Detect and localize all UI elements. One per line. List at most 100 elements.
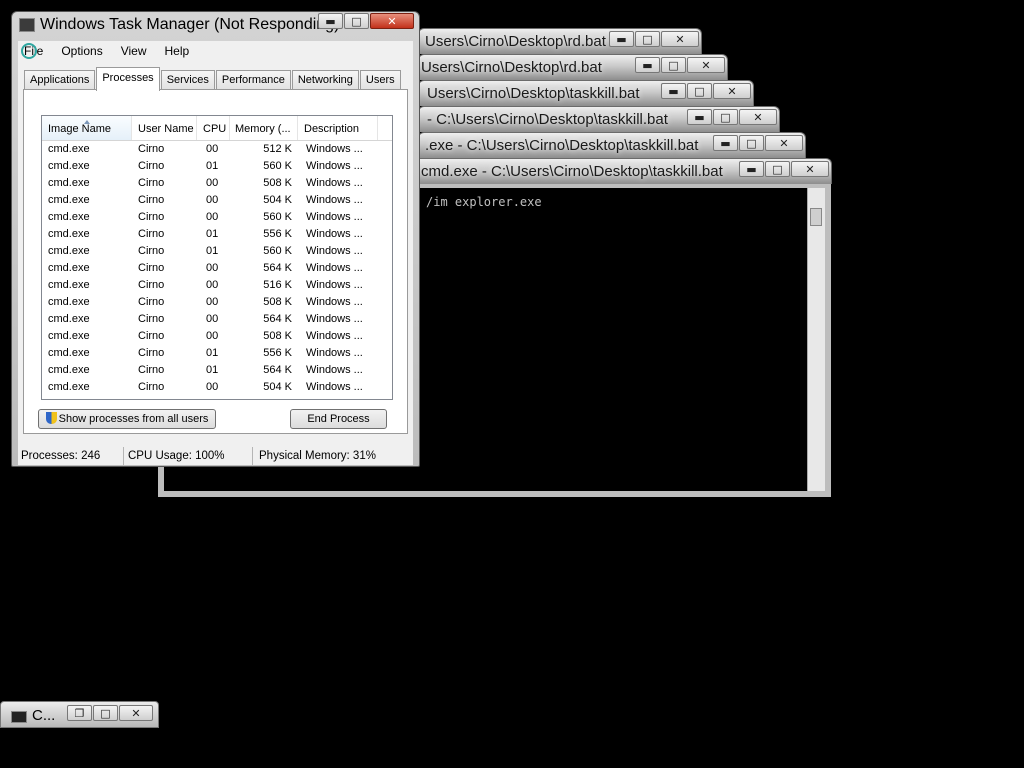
maximize-button[interactable]: □ <box>661 57 686 73</box>
close-button[interactable]: ✕ <box>370 13 414 29</box>
table-row[interactable]: cmd.exe Cirno 01 556 K Windows ... <box>42 345 392 362</box>
maximize-button[interactable]: □ <box>687 83 712 99</box>
menu-bar: File Options View Help <box>18 41 413 61</box>
scroll-thumb[interactable] <box>810 208 822 226</box>
restore-button[interactable]: ❐ <box>67 705 92 721</box>
maximize-button[interactable]: □ <box>713 109 738 125</box>
tab-applications[interactable]: Applications <box>24 70 96 90</box>
tab-services[interactable]: Services <box>160 70 215 90</box>
tab-users[interactable]: Users <box>359 70 401 90</box>
cell-image-name: cmd.exe <box>48 194 90 206</box>
table-row[interactable]: cmd.exe Cirno 00 508 K Windows ... <box>42 294 392 311</box>
table-row[interactable]: cmd.exe Cirno 01 560 K Windows ... <box>42 243 392 260</box>
window-title: Users\Cirno\Desktop\rd.bat <box>421 59 602 76</box>
table-row[interactable]: cmd.exe Cirno 01 556 K Windows ... <box>42 226 392 243</box>
cmd-icon <box>11 711 27 723</box>
close-button[interactable]: ✕ <box>791 161 829 177</box>
minimize-button[interactable]: ▬ <box>609 31 634 47</box>
cell-user-name: Cirno <box>138 262 165 274</box>
table-row[interactable]: cmd.exe Cirno 00 512 K Windows ... <box>42 141 392 158</box>
table-row[interactable]: cmd.exe Cirno 00 564 K Windows ... <box>42 311 392 328</box>
cell-memory: 508 K <box>263 177 292 189</box>
cell-description: Windows ... <box>306 211 363 223</box>
close-button[interactable]: ✕ <box>765 135 803 151</box>
column-description[interactable]: Description <box>298 116 378 140</box>
end-process-label: End Process <box>307 413 370 425</box>
cell-memory: 504 K <box>263 381 292 393</box>
maximize-button[interactable]: □ <box>344 13 369 29</box>
close-button[interactable]: ✕ <box>119 705 153 721</box>
click-indicator <box>21 43 37 59</box>
task-manager-window: Windows Task Manager (Not Responding) ▬ … <box>11 11 420 467</box>
table-row[interactable]: cmd.exe Cirno 01 560 K Windows ... <box>42 158 392 175</box>
window-title: - C:\Users\Cirno\Desktop\taskkill.bat <box>427 111 668 128</box>
show-all-label: Show processes from all users <box>58 413 209 425</box>
cell-user-name: Cirno <box>138 245 165 257</box>
cell-user-name: Cirno <box>138 381 165 393</box>
minimize-button[interactable]: ▬ <box>713 135 738 151</box>
console-scrollbar[interactable] <box>807 188 825 491</box>
cmd-window-titlebar-2[interactable]: Users\Cirno\Desktop\rd.bat ▬ □ ✕ <box>418 54 728 80</box>
minimize-button[interactable]: ▬ <box>687 109 712 125</box>
cell-cpu: 00 <box>206 211 219 223</box>
tab-performance[interactable]: Performance <box>215 70 291 90</box>
column-cpu[interactable]: CPU <box>197 116 230 140</box>
table-row[interactable]: cmd.exe Cirno 00 516 K Windows ... <box>42 277 392 294</box>
minimize-button[interactable]: ▬ <box>318 13 343 29</box>
minimize-button[interactable]: ▬ <box>739 161 764 177</box>
cmd-window-titlebar-3[interactable]: Users\Cirno\Desktop\taskkill.bat ▬ □ ✕ <box>418 80 754 106</box>
maximize-button[interactable]: □ <box>93 705 118 721</box>
cell-cpu: 00 <box>206 296 219 308</box>
maximize-button[interactable]: □ <box>765 161 790 177</box>
cell-image-name: cmd.exe <box>48 313 90 325</box>
cell-cpu: 01 <box>206 245 219 257</box>
cell-user-name: Cirno <box>138 177 165 189</box>
cell-user-name: Cirno <box>138 313 165 325</box>
tab-processes[interactable]: Processes <box>96 67 160 91</box>
minimized-cmd-window[interactable]: C... ❐ □ ✕ <box>0 701 159 728</box>
close-button[interactable]: ✕ <box>739 109 777 125</box>
maximize-button[interactable]: □ <box>739 135 764 151</box>
cell-memory: 556 K <box>263 228 292 240</box>
cmd-window-titlebar-5[interactable]: .exe - C:\Users\Cirno\Desktop\taskkill.b… <box>418 132 806 158</box>
close-button[interactable]: ✕ <box>713 83 751 99</box>
status-processes: Processes: 246 <box>18 447 124 465</box>
process-list[interactable]: Image Name User Name CPU Memory (... Des… <box>41 115 393 400</box>
cell-user-name: Cirno <box>138 330 165 342</box>
cell-memory: 556 K <box>263 347 292 359</box>
cell-memory: 504 K <box>263 194 292 206</box>
column-image-name[interactable]: Image Name <box>42 116 132 140</box>
cell-description: Windows ... <box>306 194 363 206</box>
minimize-button[interactable]: ▬ <box>635 57 660 73</box>
window-title: Users\Cirno\Desktop\rd.bat <box>425 33 606 50</box>
column-user-name[interactable]: User Name <box>132 116 197 140</box>
close-button[interactable]: ✕ <box>687 57 725 73</box>
cell-description: Windows ... <box>306 177 363 189</box>
cell-image-name: cmd.exe <box>48 160 90 172</box>
title-bar[interactable]: Windows Task Manager (Not Responding) ▬ … <box>12 12 419 40</box>
list-header: Image Name User Name CPU Memory (... Des… <box>42 116 392 141</box>
show-all-processes-button[interactable]: Show processes from all users <box>38 409 216 429</box>
cell-user-name: Cirno <box>138 194 165 206</box>
table-row[interactable]: cmd.exe Cirno 00 504 K Windows ... <box>42 192 392 209</box>
table-row[interactable]: cmd.exe Cirno 00 564 K Windows ... <box>42 260 392 277</box>
end-process-button[interactable]: End Process <box>290 409 387 429</box>
close-button[interactable]: ✕ <box>661 31 699 47</box>
cell-description: Windows ... <box>306 296 363 308</box>
table-row[interactable]: cmd.exe Cirno 00 508 K Windows ... <box>42 328 392 345</box>
menu-help[interactable]: Help <box>159 41 190 61</box>
cmd-window-titlebar-1[interactable]: Users\Cirno\Desktop\rd.bat ▬ □ ✕ <box>418 28 702 54</box>
table-row[interactable]: cmd.exe Cirno 00 504 K Windows ... <box>42 379 392 396</box>
column-memory[interactable]: Memory (... <box>230 116 298 140</box>
menu-options[interactable]: Options <box>55 41 102 61</box>
cell-description: Windows ... <box>306 313 363 325</box>
tab-networking[interactable]: Networking <box>291 70 359 90</box>
table-row[interactable]: cmd.exe Cirno 00 508 K Windows ... <box>42 175 392 192</box>
menu-view[interactable]: View <box>115 41 147 61</box>
table-row[interactable]: cmd.exe Cirno 00 560 K Windows ... <box>42 209 392 226</box>
minimized-title: C... <box>32 707 56 724</box>
maximize-button[interactable]: □ <box>635 31 660 47</box>
cmd-window-titlebar-4[interactable]: - C:\Users\Cirno\Desktop\taskkill.bat ▬ … <box>418 106 780 132</box>
minimize-button[interactable]: ▬ <box>661 83 686 99</box>
table-row[interactable]: cmd.exe Cirno 01 564 K Windows ... <box>42 362 392 379</box>
